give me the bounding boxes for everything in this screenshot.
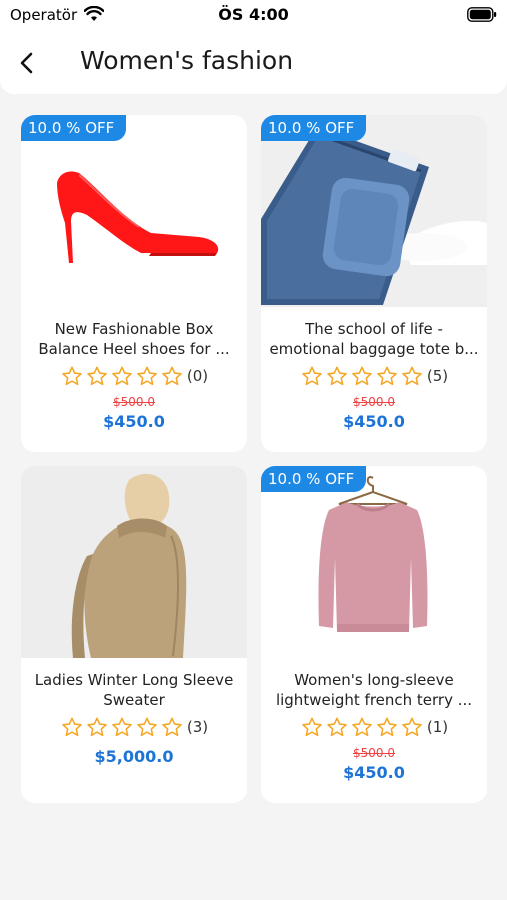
star-rating: (5) bbox=[261, 365, 487, 387]
product-name-line2: emotional baggage tote b... bbox=[269, 340, 479, 358]
status-time: ÖS 4:00 bbox=[218, 5, 289, 24]
discount-badge: 10.0 % OFF bbox=[21, 115, 127, 141]
back-button[interactable] bbox=[12, 48, 42, 78]
product-card[interactable]: 10.0 % OFF The school of life - emotiona… bbox=[261, 115, 487, 452]
star-icon bbox=[87, 366, 108, 386]
star-icon bbox=[377, 717, 398, 737]
product-price: $5,000.0 bbox=[94, 747, 174, 766]
star-icon bbox=[352, 717, 373, 737]
rating-count: (1) bbox=[426, 718, 449, 736]
star-icon bbox=[327, 366, 348, 386]
nav-bar: Women's fashion bbox=[0, 32, 507, 94]
chevron-left-icon bbox=[20, 52, 33, 74]
product-price: $450.0 bbox=[343, 412, 405, 431]
star-rating: (0) bbox=[21, 365, 247, 387]
star-icon bbox=[62, 366, 83, 386]
product-image bbox=[21, 115, 247, 307]
discount-badge: 10.0 % OFF bbox=[261, 115, 367, 141]
product-image bbox=[261, 466, 487, 658]
rating-count: (0) bbox=[186, 367, 209, 385]
star-rating: (3) bbox=[21, 716, 247, 738]
star-icon bbox=[162, 366, 183, 386]
star-icon bbox=[377, 366, 398, 386]
product-card[interactable]: 10.0 % OFF Women's long-sleeve lightweig… bbox=[261, 466, 487, 803]
product-card[interactable]: 10.0 % OFF New Fashionable Box Balance H… bbox=[21, 115, 247, 452]
star-icon bbox=[352, 366, 373, 386]
rating-count: (3) bbox=[186, 718, 209, 736]
product-name-line1: Ladies Winter Long Sleeve bbox=[34, 671, 234, 689]
original-price: $500.0 bbox=[353, 746, 395, 760]
battery-icon bbox=[467, 7, 497, 22]
original-price: $500.0 bbox=[353, 395, 395, 409]
product-name-line2: lightweight french terry ... bbox=[275, 691, 473, 709]
star-icon bbox=[302, 366, 323, 386]
original-price: $500.0 bbox=[113, 395, 155, 409]
product-image bbox=[21, 466, 247, 658]
discount-badge: 10.0 % OFF bbox=[261, 466, 367, 492]
product-card[interactable]: Ladies Winter Long Sleeve Sweater (3) $5… bbox=[21, 466, 247, 803]
star-icon bbox=[327, 717, 348, 737]
product-price: $450.0 bbox=[103, 412, 165, 431]
product-price: $450.0 bbox=[343, 763, 405, 782]
star-icon bbox=[402, 717, 423, 737]
star-icon bbox=[62, 717, 83, 737]
product-image bbox=[261, 115, 487, 307]
star-icon bbox=[112, 717, 133, 737]
rating-count: (5) bbox=[426, 367, 449, 385]
star-icon bbox=[137, 717, 158, 737]
status-bar: Operatör ÖS 4:00 bbox=[0, 0, 507, 32]
star-icon bbox=[87, 717, 108, 737]
star-icon bbox=[162, 717, 183, 737]
product-name-line1: Women's long-sleeve bbox=[294, 671, 454, 689]
star-icon bbox=[137, 366, 158, 386]
star-icon bbox=[302, 717, 323, 737]
page-title: Women's fashion bbox=[80, 46, 294, 75]
star-rating: (1) bbox=[261, 716, 487, 738]
star-icon bbox=[112, 366, 133, 386]
star-icon bbox=[402, 366, 423, 386]
product-name-line2: Balance Heel shoes for ... bbox=[38, 340, 230, 358]
product-name-line1: New Fashionable Box bbox=[54, 320, 214, 338]
product-name-line1: The school of life - bbox=[305, 320, 443, 338]
product-name-line2: Sweater bbox=[103, 691, 165, 709]
